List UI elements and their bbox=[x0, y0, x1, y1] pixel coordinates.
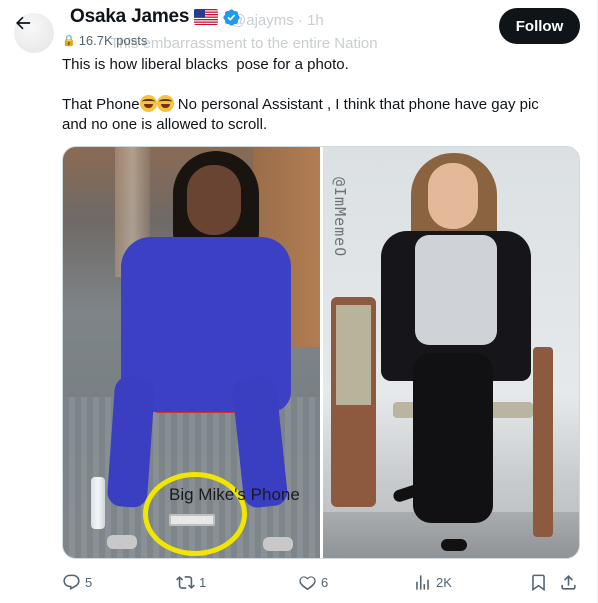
ghost-handle: @ajayms · 1h bbox=[231, 12, 324, 29]
tweet-line-2-end: No personal Assistant , I think that pho… bbox=[173, 96, 539, 113]
black-trousers bbox=[413, 353, 493, 523]
views-button[interactable]: 2K bbox=[413, 566, 452, 598]
post-count: 🔒 16.7K posts bbox=[62, 33, 147, 48]
left-face bbox=[187, 165, 241, 235]
bookmark-button[interactable] bbox=[529, 566, 548, 598]
share-button[interactable] bbox=[559, 566, 578, 598]
watermark: @ImMemeO bbox=[331, 177, 349, 258]
tweet-line-2: That Phone No personal Assistant , I thi… bbox=[62, 95, 582, 115]
black-shoe-right bbox=[441, 539, 467, 551]
phone-caption: Big Mike's Phone bbox=[169, 485, 300, 504]
reply-count: 5 bbox=[85, 574, 93, 590]
white-blouse bbox=[415, 235, 497, 345]
back-button[interactable] bbox=[10, 12, 36, 38]
chair-leg bbox=[533, 347, 553, 537]
follow-button[interactable]: Follow bbox=[499, 8, 580, 44]
right-face bbox=[428, 163, 478, 229]
views-count: 2K bbox=[436, 574, 452, 590]
water-bottle bbox=[91, 477, 105, 529]
analytics-icon bbox=[413, 573, 432, 592]
author-row: Osaka James bbox=[70, 6, 241, 28]
ghost-subtitle: This embarrassment to the entire Nation bbox=[110, 35, 378, 52]
retweet-button[interactable]: 1 bbox=[176, 566, 206, 598]
tweet-media[interactable]: Big Mike's Phone @ImMemeO bbox=[62, 146, 580, 559]
left-shoe bbox=[107, 535, 137, 549]
right-shoe bbox=[263, 537, 293, 551]
chair-back bbox=[336, 305, 371, 405]
action-bar: 5 1 6 2K bbox=[62, 566, 582, 598]
tweet-text: This is how liberal blacks pose for a ph… bbox=[62, 55, 582, 135]
rolling-on-floor-laughing-emoji bbox=[156, 95, 174, 112]
bookmark-icon bbox=[529, 573, 548, 592]
arrow-left-icon bbox=[13, 13, 33, 38]
share-icon bbox=[559, 573, 578, 592]
retweet-count: 1 bbox=[199, 574, 207, 590]
post-count-label: 16.7K posts bbox=[78, 33, 148, 48]
reply-button[interactable]: 5 bbox=[62, 566, 92, 598]
left-photo: Big Mike's Phone bbox=[63, 147, 320, 558]
lock-icon: 🔒 bbox=[62, 35, 76, 47]
retweet-icon bbox=[176, 573, 195, 592]
like-count: 6 bbox=[321, 574, 329, 590]
like-button[interactable]: 6 bbox=[298, 566, 328, 598]
tweet-line-2-start: That Phone bbox=[62, 96, 140, 113]
us-flag-icon bbox=[194, 9, 219, 25]
tweet-line-3: and no one is allowed to scroll. bbox=[62, 116, 268, 133]
heart-icon bbox=[298, 573, 317, 592]
rolling-on-floor-laughing-emoji bbox=[139, 95, 157, 112]
verified-badge-icon bbox=[222, 8, 241, 27]
reply-icon bbox=[62, 573, 81, 592]
tweet-line-1: This is how liberal blacks pose for a ph… bbox=[62, 56, 349, 73]
author-name[interactable]: Osaka James bbox=[70, 6, 189, 28]
